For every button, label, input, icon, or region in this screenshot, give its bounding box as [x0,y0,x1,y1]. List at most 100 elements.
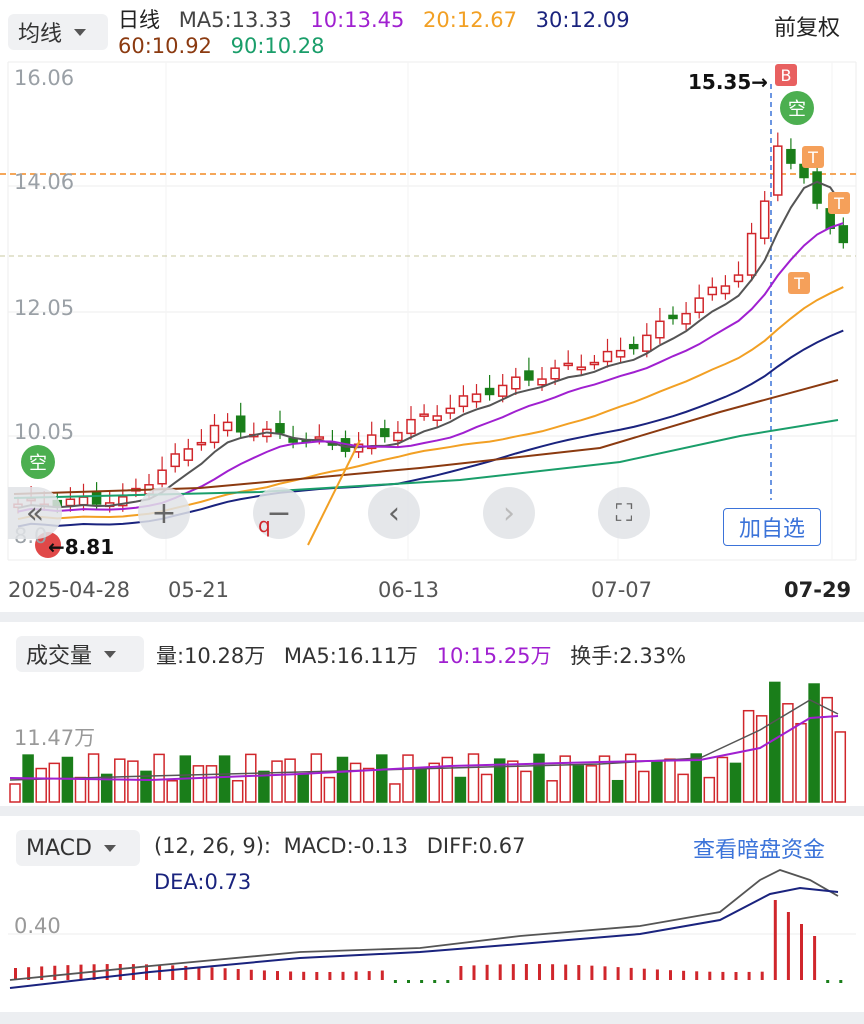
volume-bar [127,760,139,803]
candle [733,274,744,283]
macd-bar [367,971,371,980]
macd-value: MACD:-0.13 [283,834,409,858]
macd-select[interactable]: MACD [16,830,140,866]
volume-bar [48,762,61,803]
macd-bar [158,964,162,980]
candle [65,498,76,507]
volume-select-label: 成交量 [26,644,93,669]
candle [511,376,521,390]
dea-value: DEA:0.73 [154,870,252,894]
volume-select[interactable]: 成交量 [16,636,144,672]
pane-separator [0,806,864,816]
volume-bar [323,776,336,803]
macd-bar [276,971,279,980]
candle [170,453,180,468]
macd-bar [262,970,266,980]
volume-bar [834,731,847,803]
zoom-marker-label: q [258,513,271,537]
pane-separator [0,612,864,622]
candle [694,297,704,314]
macd-bar [131,964,135,980]
price-axis-label: 16.06 [14,66,75,90]
macd-bar [524,964,528,980]
volume-bar [231,779,244,803]
double-chevron-left-icon: « [25,495,45,531]
macd-bar [629,967,633,980]
candle [563,362,573,367]
macd-bar [669,970,672,980]
volume-bar [245,753,257,803]
bottom-bar [0,1012,864,1024]
macd-bar [433,980,437,983]
date-label: 06-13 [378,578,440,602]
candle [746,232,757,276]
volume-bar [362,767,375,803]
macd-bar [642,968,646,980]
candle [458,395,469,408]
volume-bar [585,765,598,803]
volume-bar [703,776,716,803]
candle [589,361,600,366]
chevron-down-icon [104,650,117,658]
next-button[interactable]: › [483,487,535,539]
chevron-right-icon: › [503,495,515,531]
sell-signal-text: T [793,274,804,293]
volume-bar [690,753,702,803]
macd-bar [40,966,44,980]
macd-bar [564,964,568,980]
volume-ma10: 10:15.25万 [436,644,552,668]
candle [838,225,849,244]
macd-bar [485,964,489,980]
candle [183,448,194,461]
date-label: 05-21 [168,578,230,602]
volume-bar [441,756,454,803]
zoom-in-button[interactable]: + [138,487,190,539]
candle [537,378,547,386]
candle [78,496,89,506]
prev-button[interactable]: ‹ [368,487,420,539]
high-price-label: 15.35→ [688,70,769,94]
volume-bar [192,765,205,803]
volume-bar [664,758,676,803]
collapse-button[interactable]: « [8,487,62,539]
macd-bar [302,971,306,980]
fullscreen-button[interactable]: ⛶ [598,487,650,539]
candle [550,367,560,380]
dea-line [9,886,839,989]
macd-bar [682,970,686,980]
macd-bar [380,970,384,980]
candle [786,148,796,164]
volume-bar [218,755,231,803]
candle [445,407,456,414]
candle [720,285,731,295]
volume-bar [677,773,689,803]
macd-bar [603,966,607,980]
macd-bar [498,964,502,980]
candle [314,436,325,440]
price-axis-label: 14.06 [14,170,75,194]
add-favorite-button[interactable]: 加自选 [723,508,821,546]
dark-pool-link[interactable]: 查看暗盘资金 [693,832,825,864]
macd-bar [813,936,817,980]
date-label: 07-07 [591,578,653,602]
macd-params: (12, 26, 9): [154,834,271,858]
candle [681,312,691,325]
macd-bar [407,980,410,983]
macd-bar [197,966,201,980]
volume-bar [520,770,532,803]
macd-bar [328,971,332,980]
volume-bar [742,709,755,803]
volume-bar [480,773,493,803]
macd-legend: (12, 26, 9): MACD:-0.13 DIFF:0.67 [154,834,537,858]
volume-bar [271,760,283,803]
candle [655,320,665,339]
macd-bar [315,971,319,980]
plus-icon: + [151,495,177,531]
volume-bar [782,703,794,803]
candle [759,200,770,239]
macd-bar [616,967,620,980]
macd-bar [53,965,57,980]
ma-line [17,286,844,521]
volume-bar [611,779,624,803]
volume-bar [507,760,519,803]
